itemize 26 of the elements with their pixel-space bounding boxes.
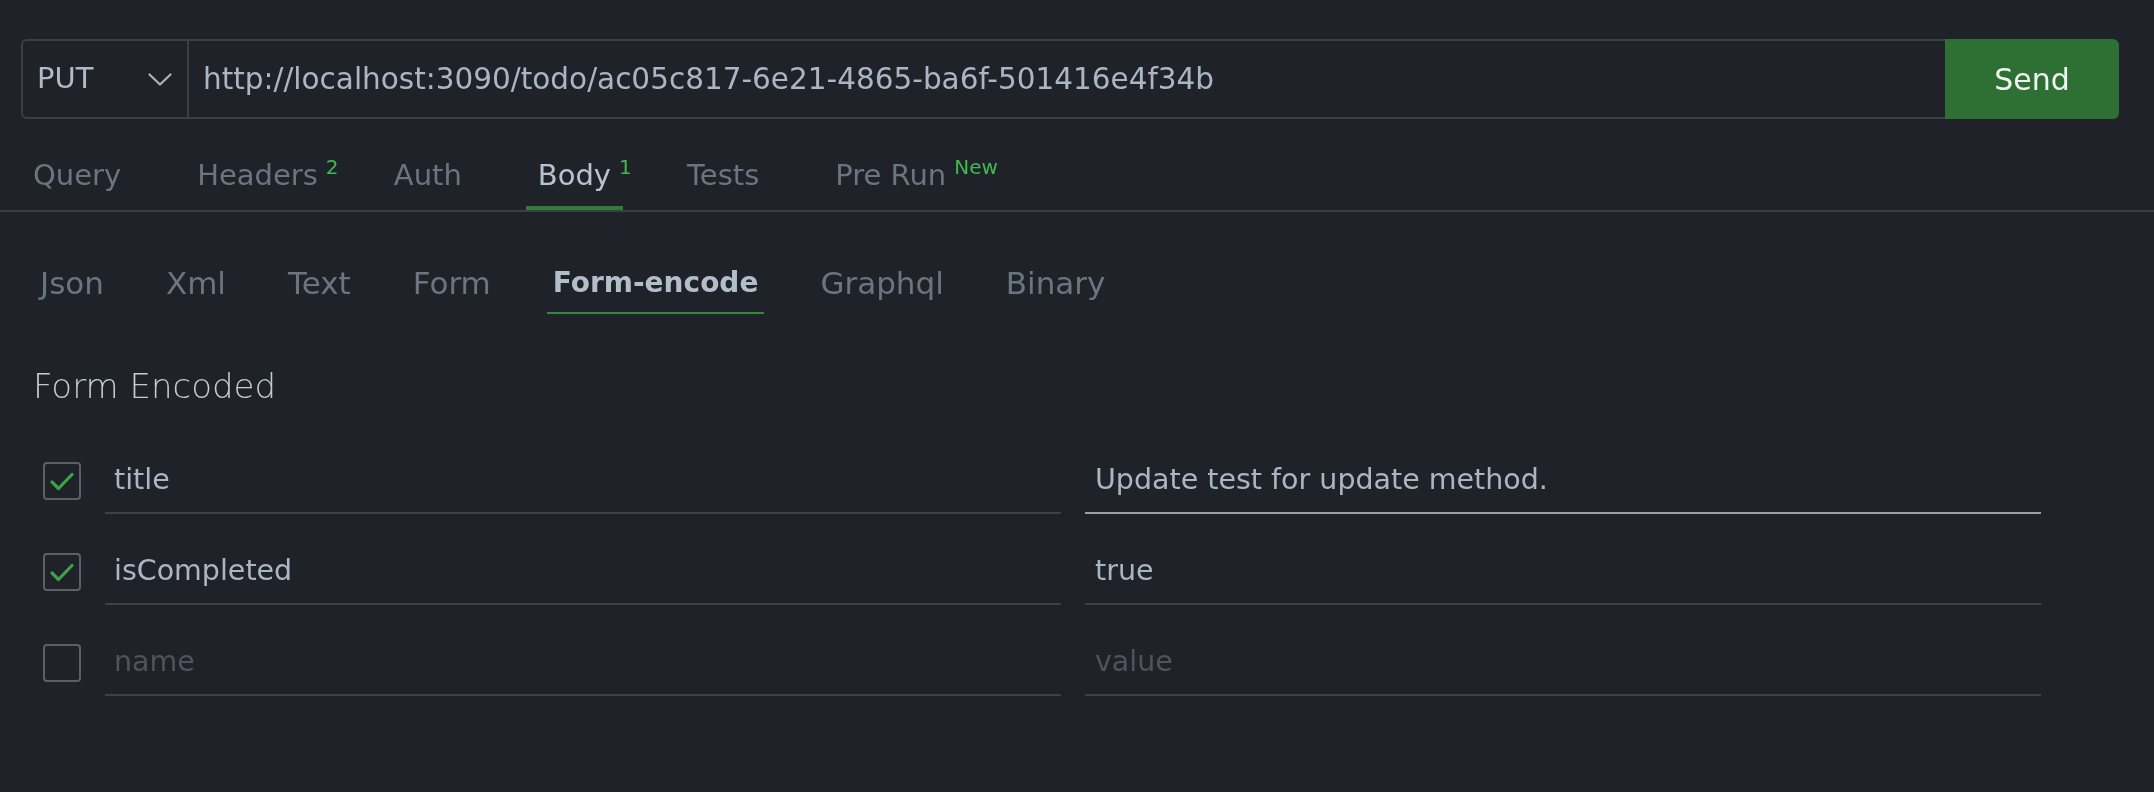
url-field[interactable]: http://localhost:3090/todo/ac05c817-6e21-4865-ba6f-501416e4f34b [189, 39, 1945, 119]
body-type-tab[interactable]: Json [34, 257, 110, 314]
method-select[interactable]: PUT [21, 39, 189, 119]
request-tab[interactable]: Tests [675, 140, 772, 210]
checkmark-icon [50, 562, 74, 582]
body-type-tab[interactable]: Form [406, 257, 497, 314]
value-field[interactable]: Update test for update method. [1085, 448, 2041, 514]
request-tab[interactable]: Query [21, 140, 134, 210]
key-field[interactable]: isCompleted [105, 539, 1061, 605]
body-type-tab[interactable]: Graphql [814, 257, 950, 314]
body-type-tab[interactable]: Text [282, 257, 357, 314]
checkmark-icon [50, 471, 74, 491]
body-type-tab[interactable]: Xml [159, 257, 232, 314]
body-type-tab[interactable]: Form-encode [546, 257, 765, 314]
value-field[interactable]: true [1085, 539, 2041, 605]
tab-superscript: New [954, 155, 998, 179]
send-button[interactable]: Send [1945, 39, 2119, 119]
section-title: Form Encoded [33, 366, 277, 406]
checkbox[interactable] [43, 462, 81, 500]
request-tab[interactable]: Auth [381, 140, 474, 210]
body-type-tab[interactable]: Binary [999, 257, 1112, 314]
checkbox[interactable] [43, 553, 81, 591]
chevron-down-icon [148, 72, 172, 86]
checkbox[interactable] [43, 644, 81, 682]
tab-superscript: 2 [325, 155, 339, 179]
key-field[interactable]: title [105, 448, 1061, 514]
